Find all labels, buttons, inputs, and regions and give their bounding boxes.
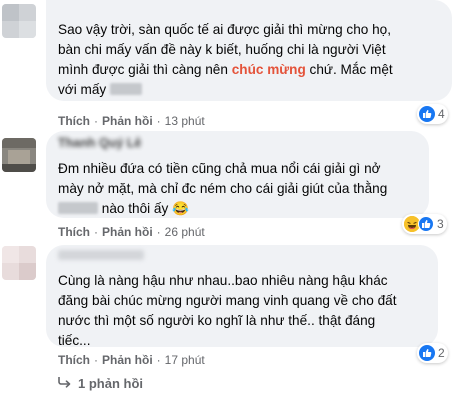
censored-text [58,202,98,214]
comment-text-line: nào thôi ấy 😂 [101,201,189,216]
comment-time[interactable]: 26 phút [165,225,205,239]
like-button[interactable]: Thích [58,353,90,367]
like-icon [418,216,434,232]
comment-text-line: Sao vậy trời, sàn quốc tế ai được giải t… [58,22,391,37]
comment-author[interactable]: Thanh Quý Lê [58,136,141,150]
comment-text-line: mày nở mặt, mà chỉ đc ném cho cái giải g… [58,181,388,196]
comment-actions: Thích · Phản hồi · 26 phút [58,225,205,239]
reaction-count: 4 [438,107,445,121]
comment-actions: Thích · Phản hồi · 17 phút [58,353,205,367]
censored-text [109,83,142,95]
comment-time[interactable]: 17 phút [165,353,205,367]
comment-text-line: bàn chi mấy vấn đề này k biết, huống chi… [58,42,386,57]
reaction-count: 2 [438,346,445,360]
reaction-summary[interactable]: 2 [417,343,448,363]
separator-dot: · [94,114,98,128]
reaction-summary[interactable]: 4 [417,104,448,124]
reaction-count: 3 [437,217,444,231]
comment-text-line: chứ. Mắc mệt [309,62,393,77]
like-button[interactable]: Thích [58,114,90,128]
comment-text-line: Đm nhiều đứa có tiền cũng chả mua nổi cá… [58,161,381,176]
comment-author[interactable] [58,250,144,260]
like-icon [419,345,435,361]
reply-button[interactable]: Phản hồi [102,225,153,239]
comment-text-line: với mấy [58,82,107,97]
separator-dot: · [94,353,98,367]
like-button[interactable]: Thích [58,225,90,239]
comment-text-line: tiếc... [58,333,91,348]
separator-dot: · [94,225,98,239]
view-replies-link[interactable]: 1 phản hồi [58,376,143,391]
avatar[interactable] [2,246,36,280]
comment-bubble: Sao vậy trời, sàn quốc tế ai được giải t… [46,0,452,101]
avatar[interactable] [2,138,36,172]
comment-text-line: mình được giải thì càng nên [58,62,228,77]
reply-arrow-icon [58,376,72,391]
comment-time[interactable]: 13 phút [165,114,205,128]
highlight-text: chúc mừng [231,62,306,77]
avatar[interactable] [2,4,36,38]
reaction-summary[interactable]: 3 [402,214,447,234]
reply-button[interactable]: Phản hồi [102,353,153,367]
comment-bubble: Thanh Quý Lê Đm nhiều đứa có tiền cũng c… [46,131,429,218]
comment-text-line: Cùng là nàng hậu như nhau..bao nhiêu nàn… [58,273,388,288]
like-icon [419,106,435,122]
comment-text-line: nước thì một số người ko nghĩ là như thế… [58,313,376,328]
separator-dot: · [156,114,161,128]
comment-actions: Thích · Phản hồi · 13 phút [58,114,205,128]
comment-text-line: đăng bài chúc mừng người mang vinh quang… [58,293,397,308]
separator-dot: · [156,225,161,239]
separator-dot: · [156,353,161,367]
comment-bubble: Cùng là nàng hậu như nhau..bao nhiêu nàn… [46,245,438,348]
view-replies-label: 1 phản hồi [78,376,143,391]
reply-button[interactable]: Phản hồi [102,114,153,128]
